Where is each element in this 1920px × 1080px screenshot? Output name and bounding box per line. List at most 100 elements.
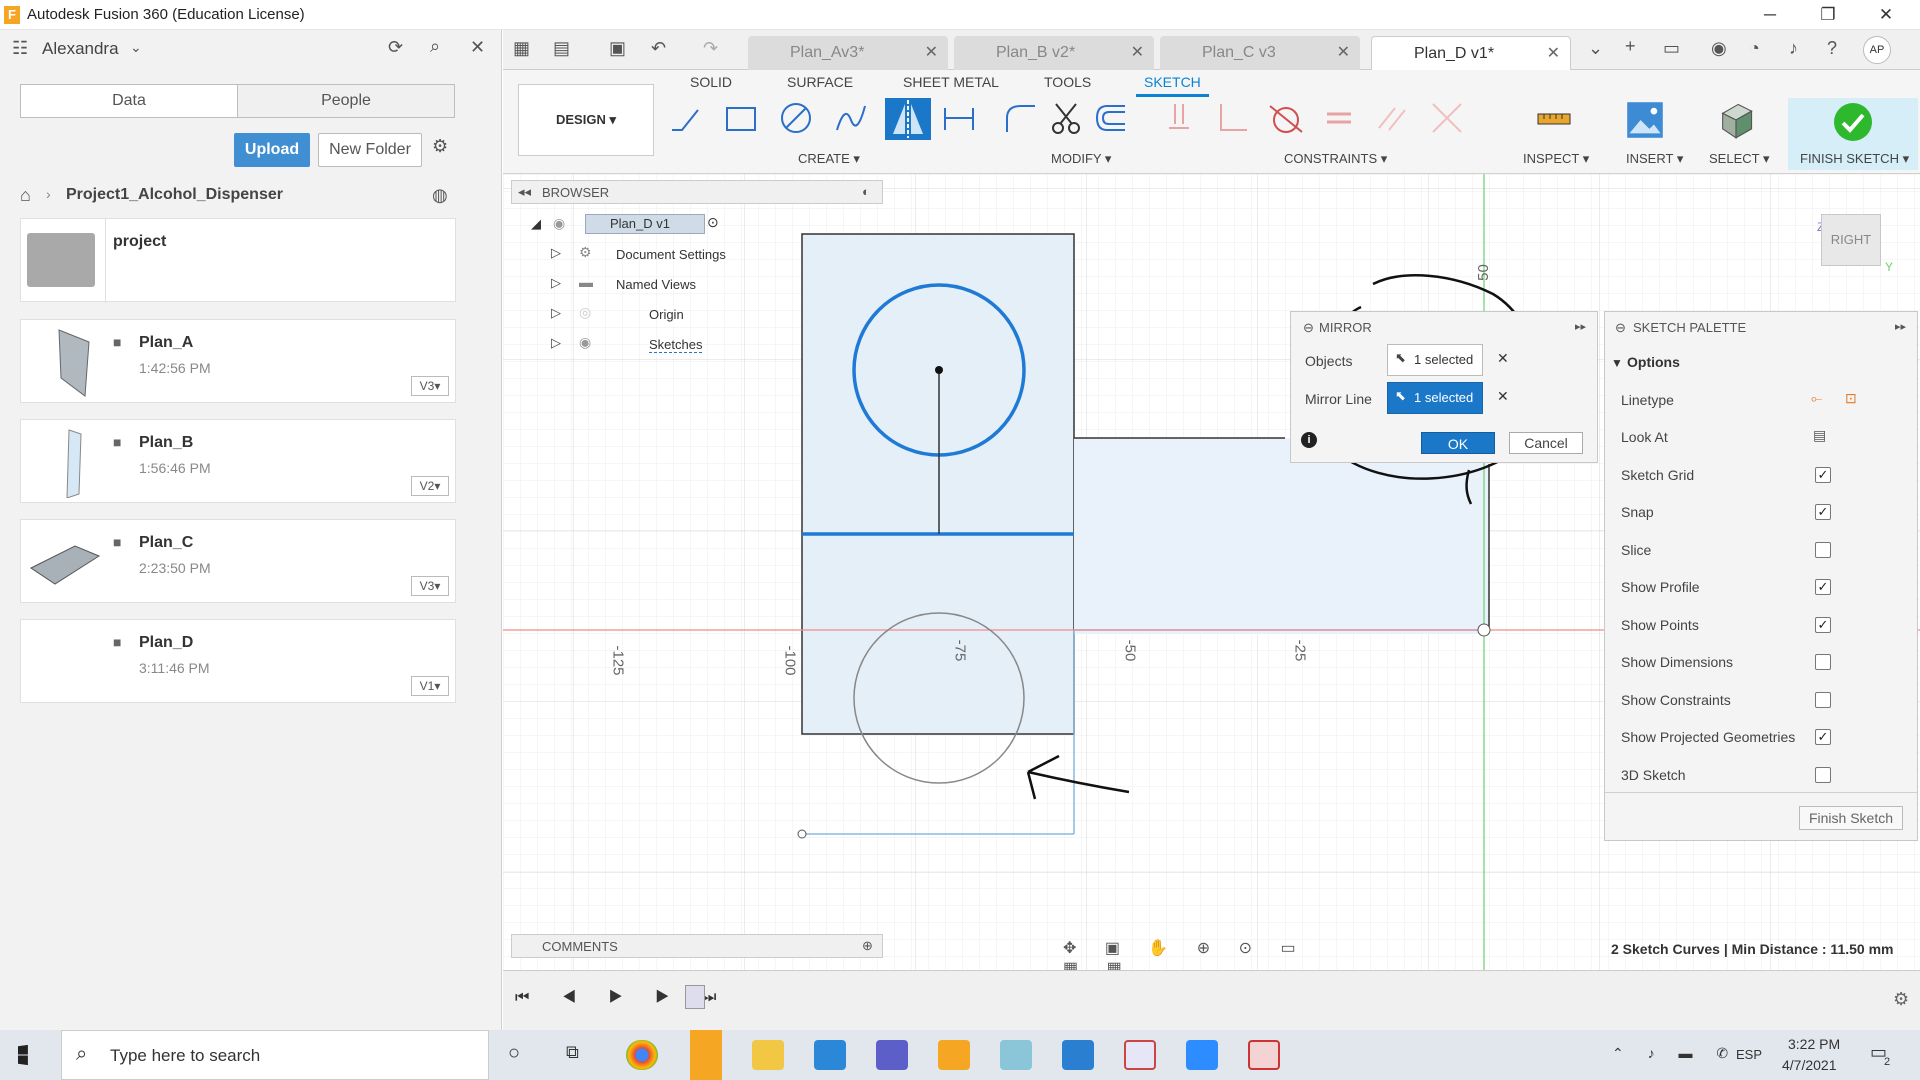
doc-tab-plan-d[interactable]: Plan_D v1* ✕ (1371, 36, 1571, 70)
measure-ruler-icon[interactable] (1536, 100, 1572, 136)
snip-icon[interactable] (1124, 1040, 1156, 1070)
doc-tab-plan-a[interactable]: Plan_Av3* ✕ (748, 36, 948, 70)
close-button[interactable]: ✕ (1858, 0, 1914, 30)
mirror-tool-button[interactable] (885, 98, 931, 140)
file-item-plan-b[interactable]: ■ Plan_B 1:56:46 PM V2▾ (20, 419, 456, 503)
app-icon[interactable] (1000, 1040, 1032, 1070)
construction-linetype-icon[interactable]: ⟜ (1811, 390, 1822, 407)
expand-arrow-icon[interactable]: ▷ (551, 335, 561, 351)
tab-data[interactable]: Data (20, 84, 238, 118)
file-item-plan-a[interactable]: ■ Plan_A 1:42:56 PM V3▾ (20, 319, 456, 403)
chevron-down-icon[interactable]: ⌄ (130, 39, 142, 56)
line-tool-icon[interactable] (668, 100, 704, 136)
app-grid-icon[interactable]: ▦ (513, 38, 530, 59)
insert-menu[interactable]: INSERT ▾ (1626, 151, 1683, 167)
create-menu[interactable]: CREATE ▾ (798, 151, 860, 167)
zoom-icon[interactable] (1186, 1040, 1218, 1070)
activate-radio-icon[interactable]: ⊙ (707, 214, 719, 231)
show-points-checkbox[interactable]: ✓ (1815, 617, 1831, 633)
show-constraints-checkbox[interactable] (1815, 692, 1831, 708)
doc-tab-plan-c[interactable]: Plan_C v3 ✕ (1160, 36, 1360, 70)
tab-sketch[interactable]: SKETCH (1136, 74, 1209, 97)
clock-date[interactable]: 4/7/2021 (1782, 1057, 1837, 1073)
settings-gear-icon[interactable]: ⚙ (432, 136, 448, 157)
redo-icon[interactable]: ↷ (703, 38, 718, 59)
finish-sketch-check-icon[interactable] (1833, 102, 1873, 142)
comments-panel[interactable]: COMMENTS ⊕ (511, 934, 883, 958)
teams-icon[interactable] (876, 1040, 908, 1070)
ok-button[interactable]: OK (1421, 432, 1495, 454)
user-name[interactable]: Alexandra (42, 39, 119, 59)
browser-root[interactable]: Plan_D v1 (585, 214, 705, 234)
trim-scissors-icon[interactable] (1048, 100, 1084, 136)
photos-icon[interactable] (1062, 1040, 1094, 1070)
new-folder-button[interactable]: New Folder (318, 133, 422, 167)
tab-overflow-icon[interactable]: ⌄ (1588, 38, 1603, 59)
movies-icon[interactable] (814, 1040, 846, 1070)
equal-icon[interactable] (1321, 100, 1357, 136)
select-box-icon[interactable] (1716, 100, 1756, 140)
show-profile-checkbox[interactable]: ✓ (1815, 579, 1831, 595)
input-language[interactable]: ESP (1736, 1047, 1762, 1062)
file-menu-icon[interactable]: ▤ (553, 38, 570, 59)
expand-arrow-icon[interactable]: ▷ (551, 245, 561, 261)
pin-icon[interactable]: ◐ (862, 184, 870, 199)
help-icon[interactable]: ? (1827, 38, 1837, 59)
browser-item-origin[interactable]: Origin (649, 307, 684, 322)
tab-surface[interactable]: SURFACE (787, 74, 853, 90)
fillet-tool-icon[interactable] (1003, 100, 1039, 136)
taskbar-search-box[interactable]: ⌕ Type here to search (61, 1030, 489, 1080)
centerline-linetype-icon[interactable]: ⊡ (1845, 390, 1857, 407)
notification-bell-icon[interactable]: ♪ (1789, 38, 1798, 59)
navigation-toolbar[interactable]: ✥ ▣ ✋ ⊕ ⊙ ▭ ▦ ▦ (1063, 938, 1313, 977)
paint-icon[interactable] (1248, 1040, 1280, 1070)
undo-icon[interactable]: ↶ (651, 38, 666, 59)
chrome-icon[interactable] (626, 1040, 658, 1070)
breadcrumb-project[interactable]: Project1_Alcohol_Dispenser (66, 186, 283, 204)
offset-tool-icon[interactable] (1093, 100, 1129, 136)
close-tab-icon[interactable]: ✕ (1337, 36, 1350, 70)
clock-time[interactable]: 3:22 PM (1788, 1036, 1840, 1052)
upload-button[interactable]: Upload (234, 133, 310, 167)
maximize-button[interactable]: ❐ (1800, 0, 1856, 30)
show-projected-geometries-checkbox[interactable]: ✓ (1815, 729, 1831, 745)
grid-menu-icon[interactable]: ☷ (12, 38, 28, 59)
timeline-sketch-icon[interactable] (685, 985, 705, 1009)
browser-root-expander-icon[interactable]: ◢ (531, 216, 541, 232)
windows-start-icon[interactable] (18, 1044, 28, 1066)
browser-item-named-views[interactable]: Named Views (616, 277, 696, 292)
version-dropdown[interactable]: V3▾ (411, 376, 449, 396)
parallel-icon[interactable] (1375, 100, 1411, 136)
folder-item[interactable]: project (20, 218, 456, 303)
collapse-arrow-icon[interactable]: ◂◂ (518, 184, 531, 200)
file-item-plan-d[interactable]: ■ Plan_D 3:11:46 PM V1▾ (20, 619, 456, 703)
show-dimensions-checkbox[interactable] (1815, 654, 1831, 670)
section-toggle-icon[interactable]: ▼ (1611, 356, 1623, 370)
doc-tab-plan-b[interactable]: Plan_B v2* ✕ (954, 36, 1154, 70)
slice-checkbox[interactable] (1815, 542, 1831, 558)
expand-arrow-icon[interactable]: ▷ (551, 305, 561, 321)
browser-item-document-settings[interactable]: Document Settings (616, 247, 726, 262)
globe-icon[interactable]: ◍ (432, 185, 448, 206)
system-tray-icons[interactable]: ⌃ ♪ ▬ ✆ (1612, 1045, 1738, 1062)
tab-tools[interactable]: TOOLS (1044, 74, 1091, 90)
version-dropdown[interactable]: V2▾ (411, 476, 449, 496)
file-item-plan-c[interactable]: ■ Plan_C 2:23:50 PM V3▾ (20, 519, 456, 603)
inspect-menu[interactable]: INSPECT ▾ (1523, 151, 1589, 167)
cortana-icon[interactable]: ○ (508, 1042, 520, 1065)
sticky-notes-icon[interactable] (690, 1030, 722, 1080)
tab-sheet-metal[interactable]: SHEET METAL (903, 74, 999, 90)
select-menu[interactable]: SELECT ▾ (1709, 151, 1769, 167)
refresh-icon[interactable]: ⟳ (388, 37, 403, 58)
rectangle-tool-icon[interactable] (723, 100, 759, 136)
fusion360-taskbar-icon[interactable] (938, 1040, 970, 1070)
file-explorer-icon[interactable] (752, 1040, 784, 1070)
snap-checkbox[interactable]: ✓ (1815, 504, 1831, 520)
job-status-icon[interactable]: ◔ (1749, 38, 1760, 59)
close-tab-icon[interactable]: ✕ (1131, 36, 1144, 70)
spline-tool-icon[interactable] (833, 100, 869, 136)
dimension-tool-icon[interactable] (941, 100, 977, 136)
tab-solid[interactable]: SOLID (690, 74, 732, 90)
search-icon[interactable]: ⌕ (430, 36, 440, 57)
home-icon[interactable]: ⌂ (20, 185, 31, 206)
